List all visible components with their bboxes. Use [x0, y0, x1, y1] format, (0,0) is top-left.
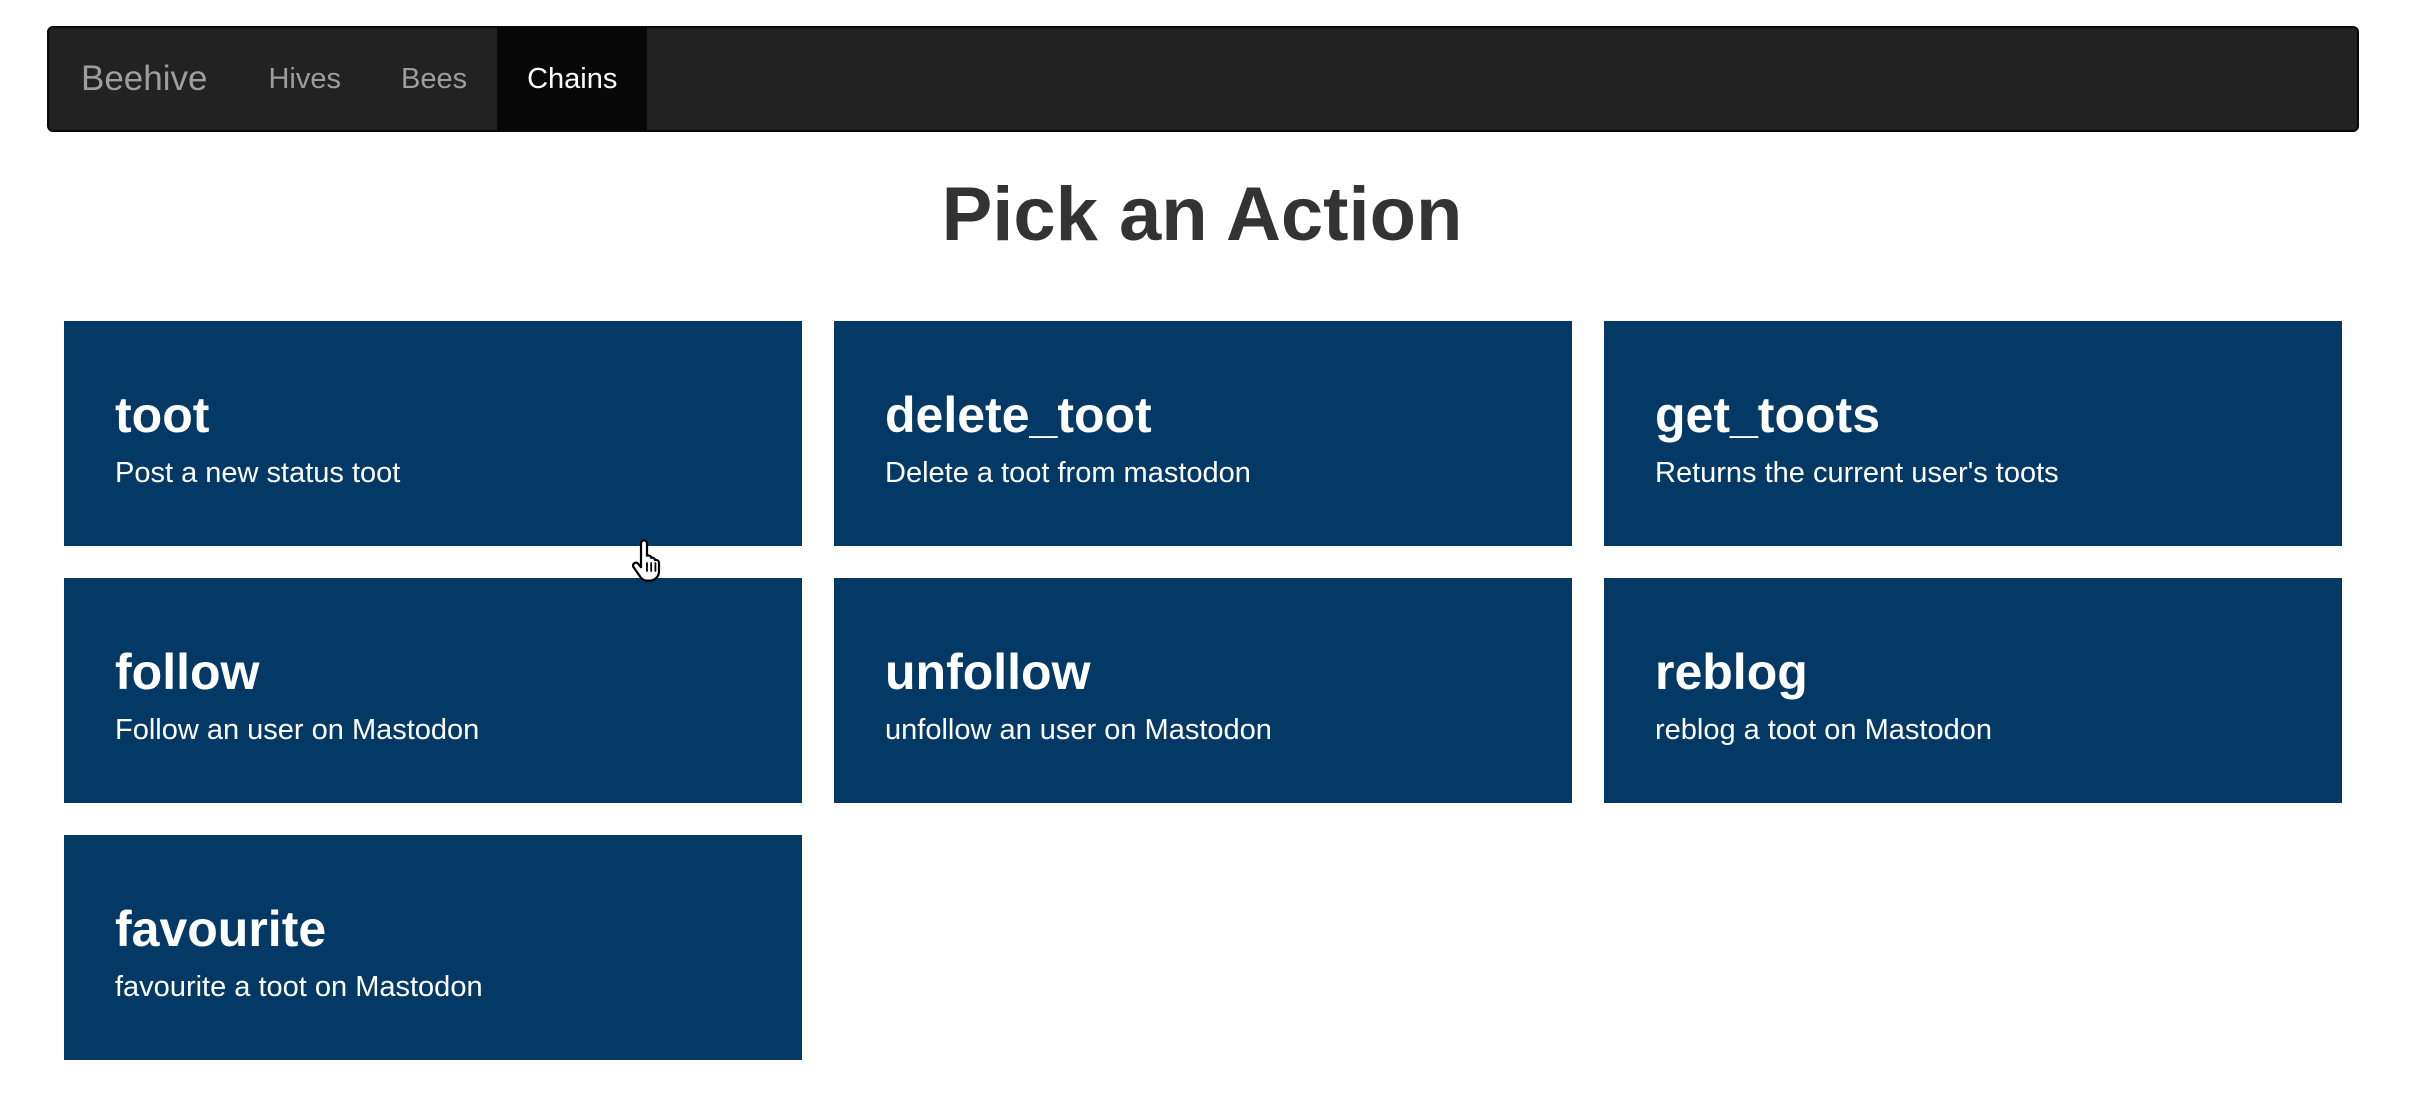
action-card-get-toots[interactable]: get_toots Returns the current user's too…: [1604, 321, 2342, 546]
action-description: Delete a toot from mastodon: [885, 457, 1251, 489]
nav-item-chains[interactable]: Chains: [497, 28, 648, 130]
action-grid: toot Post a new status toot delete_toot …: [64, 321, 2342, 1060]
hand-pointer-cursor-icon: [631, 539, 661, 582]
action-card-favourite[interactable]: favourite favourite a toot on Mastodon: [64, 835, 802, 1060]
page-title: Pick an Action: [941, 172, 1463, 257]
action-description: favourite a toot on Mastodon: [115, 971, 483, 1003]
action-description: Returns the current user's toots: [1655, 457, 2059, 489]
brand-link[interactable]: Beehive: [49, 28, 238, 130]
action-name: unfollow: [885, 644, 1091, 700]
action-name: delete_toot: [885, 387, 1152, 443]
action-name: favourite: [115, 901, 327, 957]
action-description: unfollow an user on Mastodon: [885, 714, 1272, 746]
action-name: get_toots: [1655, 387, 1880, 443]
top-navbar: Beehive Hives Bees Chains: [47, 26, 2359, 132]
action-name: reblog: [1655, 644, 1808, 700]
action-description: reblog a toot on Mastodon: [1655, 714, 1992, 746]
action-card-reblog[interactable]: reblog reblog a toot on Mastodon: [1604, 578, 2342, 803]
action-card-toot[interactable]: toot Post a new status toot: [64, 321, 802, 546]
action-card-unfollow[interactable]: unfollow unfollow an user on Mastodon: [834, 578, 1572, 803]
action-name: follow: [115, 644, 260, 700]
action-card-follow[interactable]: follow Follow an user on Mastodon: [64, 578, 802, 803]
action-description: Post a new status toot: [115, 457, 401, 489]
nav-item-hives[interactable]: Hives: [238, 28, 371, 130]
action-name: toot: [115, 387, 210, 443]
action-description: Follow an user on Mastodon: [115, 714, 480, 746]
action-card-delete-toot[interactable]: delete_toot Delete a toot from mastodon: [834, 321, 1572, 546]
nav-item-bees[interactable]: Bees: [371, 28, 497, 130]
